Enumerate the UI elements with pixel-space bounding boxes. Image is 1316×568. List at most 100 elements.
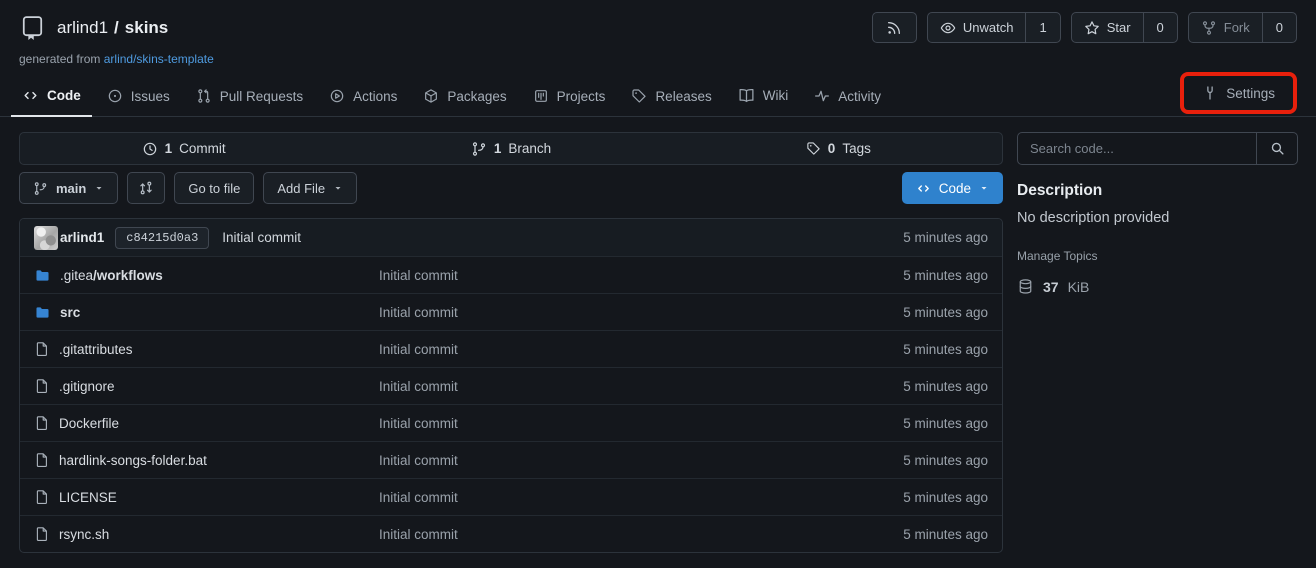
tab-label: Projects [557, 89, 606, 104]
commits-count: 1 [165, 141, 173, 156]
rss-button[interactable] [872, 12, 917, 43]
entry-commit-message[interactable]: Initial commit [379, 527, 903, 542]
title-separator: / [114, 18, 119, 38]
commit-author-link[interactable]: arlind1 [60, 230, 104, 245]
entry-name-link[interactable]: rsync.sh [59, 527, 109, 542]
add-file-button[interactable]: Add File [263, 172, 357, 204]
commits-stat[interactable]: 1 Commit [20, 133, 347, 164]
search-button[interactable] [1256, 133, 1297, 164]
forks-count[interactable]: 0 [1262, 13, 1296, 42]
search-input[interactable] [1018, 133, 1256, 164]
table-row[interactable]: hardlink-songs-folder.bat Initial commit… [20, 441, 1002, 478]
table-row[interactable]: Dockerfile Initial commit 5 minutes ago [20, 404, 1002, 441]
entry-name: LICENSE [59, 490, 117, 505]
tab-label: Activity [838, 89, 881, 104]
table-row[interactable]: rsync.sh Initial commit 5 minutes ago [20, 515, 1002, 552]
tab-label: Packages [447, 89, 506, 104]
entry-name: /workflows [93, 268, 163, 283]
tab-issues[interactable]: Issues [96, 78, 181, 117]
commit-hash-link[interactable]: c84215d0a3 [115, 227, 209, 249]
table-row[interactable]: .gitignore Initial commit 5 minutes ago [20, 367, 1002, 404]
code-search-box [1017, 132, 1298, 165]
entry-name: rsync.sh [59, 527, 109, 542]
go-to-file-button[interactable]: Go to file [174, 172, 254, 204]
entry-name-link[interactable]: Dockerfile [59, 416, 119, 431]
generated-from: generated from arlind/skins-template [19, 52, 1297, 66]
tab-pull-requests[interactable]: Pull Requests [185, 78, 314, 117]
entry-name: Dockerfile [59, 416, 119, 431]
branch-select-button[interactable]: main [19, 172, 118, 204]
file-icon [34, 489, 50, 505]
table-row[interactable]: .gitattributes Initial commit 5 minutes … [20, 330, 1002, 367]
entry-commit-message[interactable]: Initial commit [379, 342, 903, 357]
entry-commit-message[interactable]: Initial commit [379, 268, 903, 283]
file-icon [34, 341, 50, 357]
compare-button[interactable] [127, 172, 165, 204]
entry-commit-message[interactable]: Initial commit [379, 305, 903, 320]
database-icon [1017, 278, 1034, 295]
file-icon [34, 378, 50, 394]
entry-commit-message[interactable]: Initial commit [379, 379, 903, 394]
stars-count[interactable]: 0 [1143, 13, 1177, 42]
tab-settings[interactable]: Settings [1191, 76, 1286, 110]
repo-tab-bar: Code Issues Pull Requests Actions [0, 72, 1316, 117]
tools-icon [1202, 85, 1218, 101]
entry-commit-message[interactable]: Initial commit [379, 416, 903, 431]
table-row[interactable]: LICENSE Initial commit 5 minutes ago [20, 478, 1002, 515]
branch-name: main [56, 181, 86, 196]
tab-packages[interactable]: Packages [412, 78, 517, 117]
title-row: arlind1 / skins [19, 12, 1297, 43]
watchers-count[interactable]: 1 [1025, 13, 1059, 42]
entry-name-link[interactable]: LICENSE [59, 490, 117, 505]
code-download-button[interactable]: Code [902, 172, 1003, 204]
tab-activity[interactable]: Activity [803, 78, 892, 117]
commit-time: 5 minutes ago [903, 230, 988, 245]
manage-topics-link[interactable]: Manage Topics [1017, 249, 1098, 263]
repo-stats-bar: 1 Commit 1 Branch [19, 132, 1003, 165]
tab-wiki[interactable]: Wiki [727, 77, 800, 117]
tab-projects[interactable]: Projects [522, 78, 617, 117]
add-file-label: Add File [277, 181, 325, 196]
chevron-down-icon [333, 183, 343, 193]
entry-commit-message[interactable]: Initial commit [379, 453, 903, 468]
tab-label: Settings [1226, 86, 1275, 101]
repo-name-link[interactable]: skins [125, 18, 168, 38]
unwatch-button[interactable]: Unwatch [928, 13, 1026, 42]
eye-icon [940, 20, 956, 36]
branches-count: 1 [494, 141, 502, 156]
chevron-down-icon [979, 183, 989, 193]
tags-stat[interactable]: 0 Tags [675, 133, 1002, 164]
star-button[interactable]: Star [1072, 13, 1143, 42]
repo-owner-link[interactable]: arlind1 [57, 18, 108, 38]
latest-commit-row: arlind1 c84215d0a3 Initial commit 5 minu… [20, 219, 1002, 256]
branches-stat[interactable]: 1 Branch [347, 133, 674, 164]
tab-actions[interactable]: Actions [318, 78, 408, 117]
branches-label: Branch [508, 141, 551, 156]
file-icon [34, 452, 50, 468]
template-repo-link[interactable]: arlind/skins-template [104, 52, 214, 66]
commit-message-link[interactable]: Initial commit [222, 230, 301, 245]
table-row[interactable]: .gitea/workflows Initial commit 5 minute… [20, 256, 1002, 293]
entry-time: 5 minutes ago [903, 379, 988, 394]
entry-name-link[interactable]: hardlink-songs-folder.bat [59, 453, 207, 468]
entry-commit-message[interactable]: Initial commit [379, 490, 903, 505]
size-unit: KiB [1068, 279, 1090, 295]
project-icon [533, 88, 549, 104]
table-row[interactable]: src Initial commit 5 minutes ago [20, 293, 1002, 330]
tab-releases[interactable]: Releases [620, 78, 722, 117]
fork-button[interactable]: Fork [1189, 13, 1262, 42]
main-column: 1 Commit 1 Branch [19, 132, 1003, 553]
package-icon [423, 88, 439, 104]
entry-name: .gitattributes [59, 342, 133, 357]
play-icon [329, 88, 345, 104]
entry-name-link[interactable]: .gitea/workflows [60, 268, 163, 283]
file-table: arlind1 c84215d0a3 Initial commit 5 minu… [19, 218, 1003, 553]
search-icon [1269, 140, 1286, 157]
tab-code[interactable]: Code [11, 77, 92, 117]
description-title: Description [1017, 182, 1298, 200]
entry-name-link[interactable]: src [60, 305, 80, 320]
page-title: arlind1 / skins [57, 18, 168, 38]
entry-name-link[interactable]: .gitattributes [59, 342, 133, 357]
entry-name-link[interactable]: .gitignore [59, 379, 115, 394]
description-text: No description provided [1017, 210, 1298, 226]
